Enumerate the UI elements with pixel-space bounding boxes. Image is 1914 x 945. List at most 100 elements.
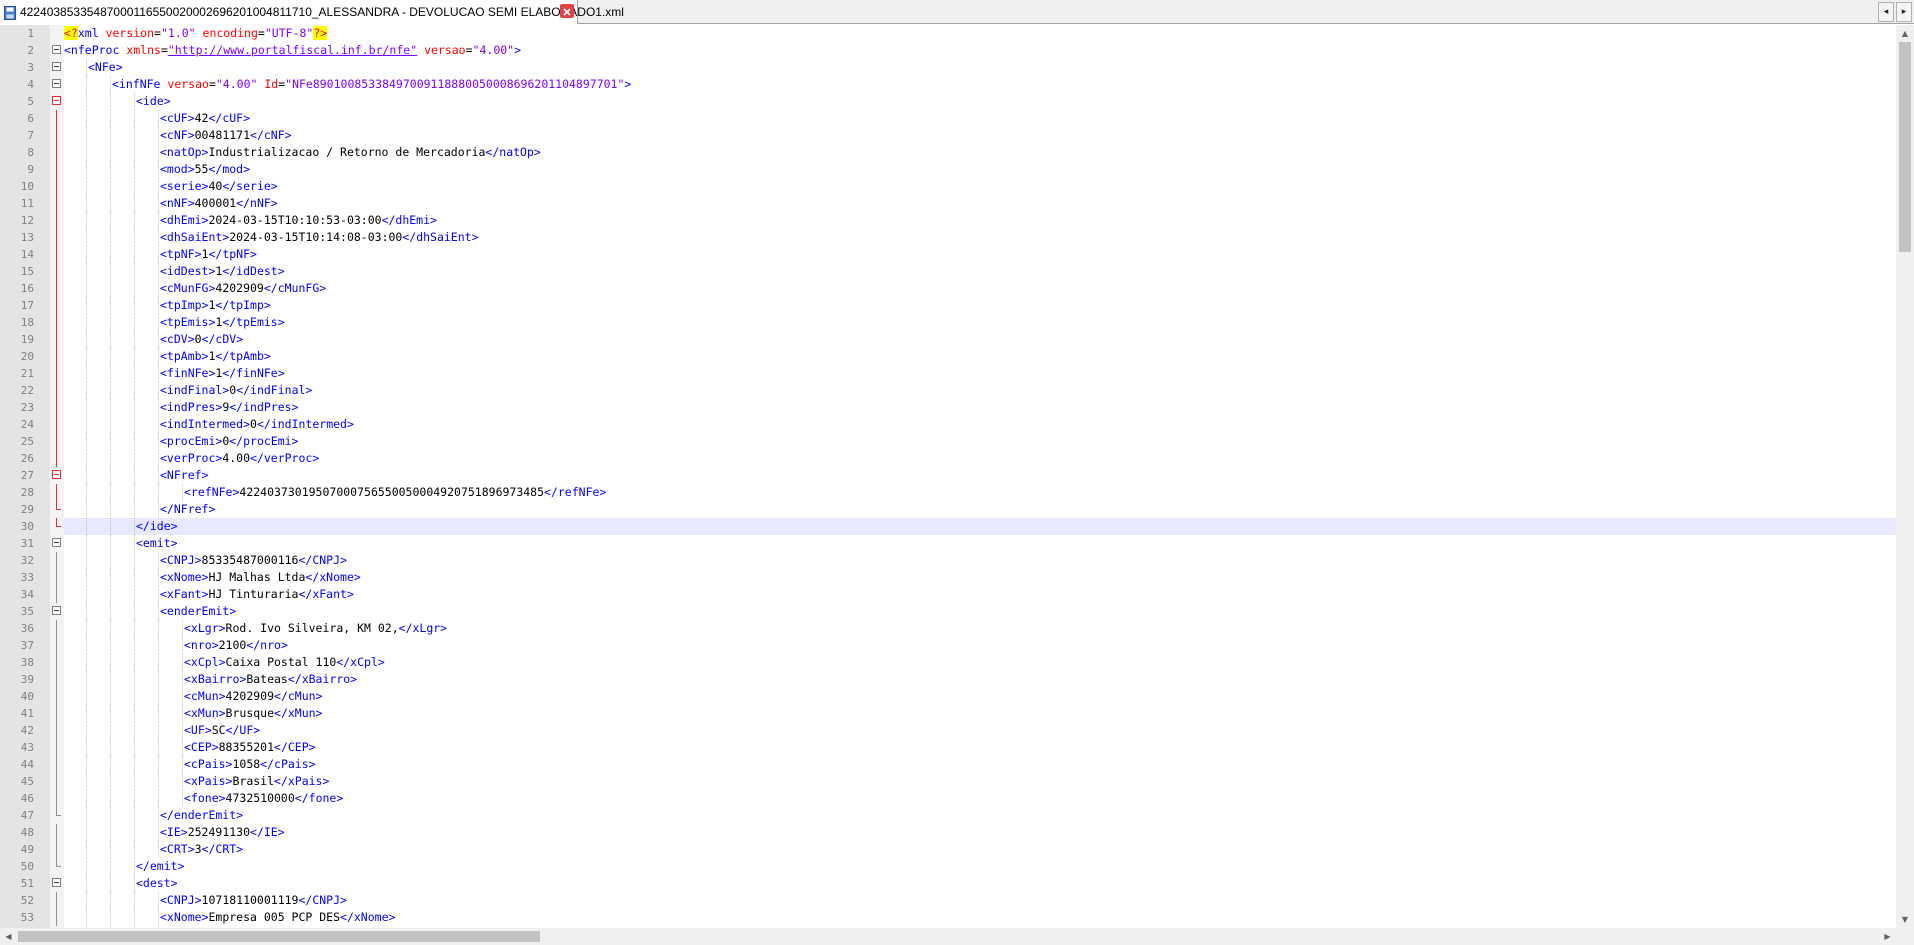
indent-guide: [86, 297, 88, 314]
code-line[interactable]: 35 <enderEmit>: [0, 603, 1896, 620]
code-line[interactable]: 21 <finNFe>1</finNFe>: [0, 365, 1896, 382]
code-line[interactable]: 48 <IE>252491130</IE>: [0, 824, 1896, 841]
code-line[interactable]: 8 <natOp>Industrializacao / Retorno de Me…: [0, 144, 1896, 161]
code-line[interactable]: 47 </enderEmit>: [0, 807, 1896, 824]
xml-tag: </xLgr>: [398, 621, 448, 635]
code-line[interactable]: 13 <dhSaiEnt>2024-03-15T10:14:08-03:00</d…: [0, 229, 1896, 246]
code-line[interactable]: 34 <xFant>HJ Tinturaria</xFant>: [0, 586, 1896, 603]
xml-tag: <IE>: [160, 825, 188, 839]
code-line[interactable]: 30 </ide>: [0, 518, 1896, 535]
line-number: 26: [20, 452, 34, 465]
code-text: </emit>: [136, 858, 184, 875]
tab-scroll-left-button[interactable]: ◂: [1878, 2, 1894, 22]
tab-scroll-right-button[interactable]: ▸: [1896, 2, 1912, 22]
code-line[interactable]: 44 <cPais>1058</cPais>: [0, 756, 1896, 773]
code-line[interactable]: 29 </NFref>: [0, 501, 1896, 518]
xml-url-value[interactable]: "http://www.portalfiscal.inf.br/nfe": [168, 43, 417, 57]
code-line[interactable]: 52 <CNPJ>10718110001119</CNPJ>: [0, 892, 1896, 909]
code-line[interactable]: 12 <dhEmi>2024-03-15T10:10:53-03:00</dhEm…: [0, 212, 1896, 229]
code-line[interactable]: 15 <idDest>1</idDest>: [0, 263, 1896, 280]
vertical-scrollbar[interactable]: ▲ ▼: [1896, 25, 1914, 928]
xml-processing-instruction: ?>: [313, 26, 328, 40]
indent-guide: [86, 688, 88, 705]
code-line[interactable]: 11 <nNF>400001</nNF>: [0, 195, 1896, 212]
code-line[interactable]: 26 <verProc>4.00</verProc>: [0, 450, 1896, 467]
code-line[interactable]: 50 </emit>: [0, 858, 1896, 875]
fold-guide-line: [56, 688, 57, 705]
code-line[interactable]: 14 <tpNF>1</tpNF>: [0, 246, 1896, 263]
code-line[interactable]: 16 <cMunFG>4202909</cMunFG>: [0, 280, 1896, 297]
code-line[interactable]: 42 <UF>SC</UF>: [0, 722, 1896, 739]
scroll-left-arrow-icon[interactable]: ◀: [0, 928, 17, 945]
code-line[interactable]: 39 <xBairro>Bateas</xBairro>: [0, 671, 1896, 688]
xml-tag: <serie>: [160, 179, 209, 193]
code-line[interactable]: 9 <mod>55</mod>: [0, 161, 1896, 178]
code-line[interactable]: 38 <xCpl>Caixa Postal 110</xCpl>: [0, 654, 1896, 671]
code-line[interactable]: 7 <cNF>00481171</cNF>: [0, 127, 1896, 144]
code-line[interactable]: 33 <xNome>HJ Malhas Ltda</xNome>: [0, 569, 1896, 586]
code-line[interactable]: 40 <cMun>4202909</cMun>: [0, 688, 1896, 705]
code-line[interactable]: 19 <cDV>0</cDV>: [0, 331, 1896, 348]
fold-toggle-icon[interactable]: [52, 62, 61, 71]
code-line[interactable]: 5 <ide>: [0, 93, 1896, 110]
fold-toggle-icon[interactable]: [52, 470, 61, 479]
fold-toggle-icon[interactable]: [52, 878, 61, 887]
indent-guide: [86, 212, 88, 229]
code-line[interactable]: 53 <xNome>Empresa 005 PCP DES</xNome>: [0, 909, 1896, 926]
code-line[interactable]: 41 <xMun>Brusque</xMun>: [0, 705, 1896, 722]
code-line[interactable]: 27 <NFref>: [0, 467, 1896, 484]
code-line[interactable]: 51 <dest>: [0, 875, 1896, 892]
scroll-down-arrow-icon[interactable]: ▼: [1896, 911, 1914, 928]
fold-guide-line: [56, 246, 57, 263]
xml-tag: </tpImp>: [215, 298, 271, 312]
code-line[interactable]: 25 <procEmi>0</procEmi>: [0, 433, 1896, 450]
code-editor[interactable]: 1 <?xml version="1.0" encoding="UTF-8"?> 2…: [0, 25, 1896, 928]
fold-toggle-icon[interactable]: [52, 96, 61, 105]
fold-toggle-icon[interactable]: [52, 606, 61, 615]
indent-guide: [110, 263, 112, 280]
scroll-up-arrow-icon[interactable]: ▲: [1896, 25, 1914, 42]
code-line[interactable]: 31 <emit>: [0, 535, 1896, 552]
code-line[interactable]: 28 <refNFe>422403730195070007565500500049…: [0, 484, 1896, 501]
code-line[interactable]: 2 <nfeProc xmlns="http://www.portalfiscal…: [0, 42, 1896, 59]
indent-guide: [86, 93, 88, 110]
file-tab[interactable]: 4224038533548700011655002000269620100481…: [0, 0, 624, 24]
xml-tag: </idDest>: [222, 264, 285, 278]
code-line[interactable]: 49 <CRT>3</CRT>: [0, 841, 1896, 858]
xml-tag: </xNome>: [340, 910, 396, 924]
code-line[interactable]: 24 <indIntermed>0</indIntermed>: [0, 416, 1896, 433]
code-line[interactable]: 20 <tpAmb>1</tpAmb>: [0, 348, 1896, 365]
line-number: 37: [20, 639, 34, 652]
scroll-right-arrow-icon[interactable]: ▶: [1879, 928, 1896, 945]
indent-guide: [110, 501, 112, 518]
xml-tag: <cPais>: [184, 757, 233, 771]
code-text: <xMun>Brusque</xMun>: [184, 705, 322, 722]
code-line[interactable]: 1 <?xml version="1.0" encoding="UTF-8"?>: [0, 25, 1896, 42]
code-line[interactable]: 3 <NFe>: [0, 59, 1896, 76]
xml-tag: </cMunFG>: [263, 281, 327, 295]
horizontal-scrollbar[interactable]: ◀ ▶: [0, 928, 1896, 945]
code-line[interactable]: 46 <fone>4732510000</fone>: [0, 790, 1896, 807]
code-line[interactable]: 17 <tpImp>1</tpImp>: [0, 297, 1896, 314]
fold-toggle-icon[interactable]: [52, 538, 61, 547]
fold-toggle-icon[interactable]: [52, 45, 61, 54]
code-line[interactable]: 32 <CNPJ>85335487000116</CNPJ>: [0, 552, 1896, 569]
code-line[interactable]: 36 <xLgr>Rod. Ivo Silveira, KM 02,</xLgr>: [0, 620, 1896, 637]
close-icon[interactable]: [560, 4, 574, 18]
code-line[interactable]: 10 <serie>40</serie>: [0, 178, 1896, 195]
code-line[interactable]: 45 <xPais>Brasil</xPais>: [0, 773, 1896, 790]
line-number: 50: [20, 860, 34, 873]
code-line[interactable]: 43 <CEP>88355201</CEP>: [0, 739, 1896, 756]
vertical-scroll-thumb[interactable]: [1899, 42, 1911, 252]
code-line[interactable]: 23 <indPres>9</indPres>: [0, 399, 1896, 416]
code-line[interactable]: 22 <indFinal>0</indFinal>: [0, 382, 1896, 399]
fold-toggle-icon[interactable]: [52, 79, 61, 88]
code-line[interactable]: 37 <nro>2100</nro>: [0, 637, 1896, 654]
code-line[interactable]: 4 <infNFe versao="4.00" Id="NFe8901008533…: [0, 76, 1896, 93]
code-line[interactable]: 6 <cUF>42</cUF>: [0, 110, 1896, 127]
fold-guide-line: [56, 824, 57, 841]
horizontal-scroll-thumb[interactable]: [18, 931, 540, 942]
xml-tag: <tpNF>: [160, 247, 202, 261]
indent-guide: [134, 195, 136, 212]
code-line[interactable]: 18 <tpEmis>1</tpEmis>: [0, 314, 1896, 331]
